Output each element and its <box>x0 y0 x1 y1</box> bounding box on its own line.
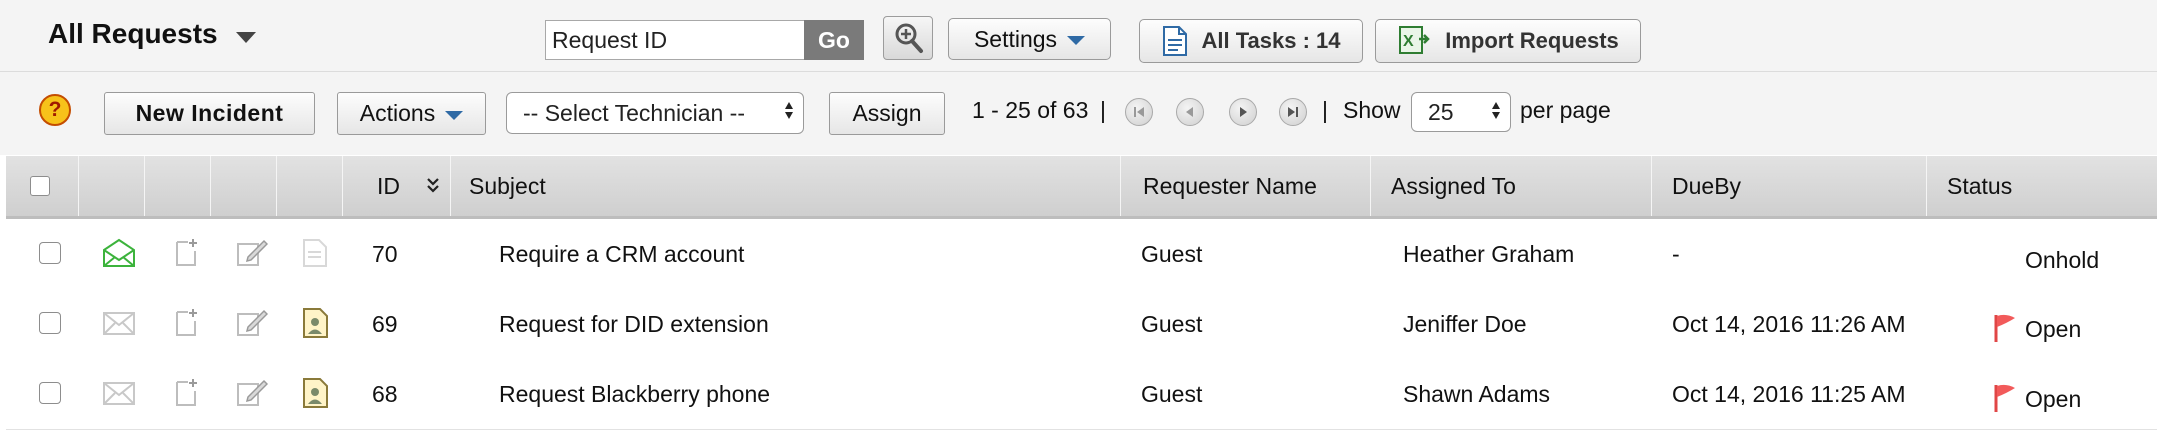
search-input[interactable] <box>545 20 805 60</box>
cell-id: 69 <box>372 310 398 337</box>
cell-id: 70 <box>372 240 398 267</box>
column-assigned[interactable]: Assigned To <box>1371 156 1652 216</box>
requester-note-icon[interactable] <box>302 377 330 409</box>
edit-icon[interactable] <box>236 238 268 268</box>
table-header: ID Subject Requester Name Assigned To Du… <box>6 156 2157 219</box>
svg-text:X: X <box>1403 33 1414 50</box>
notes-icon <box>303 239 327 267</box>
red-flag-icon <box>1994 314 2015 342</box>
edit-icon[interactable] <box>236 378 268 408</box>
cell-dueby: Oct 14, 2016 11:26 AM <box>1672 310 1906 337</box>
technician-select[interactable]: -- Select Technician -- <box>506 92 804 134</box>
first-page-icon[interactable] <box>1125 98 1153 126</box>
mail-icon[interactable] <box>101 379 137 407</box>
show-label: Show <box>1343 97 1401 123</box>
row-checkbox[interactable] <box>39 242 61 264</box>
requester-note-icon[interactable] <box>302 307 330 339</box>
column-subject-label: Subject <box>469 172 546 199</box>
header-icon-col-3 <box>211 156 277 216</box>
cell-subject[interactable]: Request Blackberry phone <box>499 359 770 429</box>
assign-button[interactable]: Assign <box>829 92 945 135</box>
edit-icon[interactable] <box>236 308 268 338</box>
sort-icon[interactable] <box>426 176 440 194</box>
table-row[interactable]: 70 Require a CRM account Guest Heather G… <box>6 219 2157 290</box>
column-status[interactable]: Status <box>1927 156 2157 216</box>
actions-label: Actions <box>359 100 436 126</box>
cell-status: Open <box>2025 315 2082 342</box>
cell-requester: Guest <box>1141 380 1203 407</box>
magnifier-plus-icon <box>895 23 923 53</box>
pagination-separator: | <box>1100 97 1106 123</box>
caret-down-icon <box>235 31 256 43</box>
mail-icon[interactable] <box>101 309 137 337</box>
next-page-icon[interactable] <box>1229 98 1257 126</box>
all-tasks-label: All Tasks : 14 <box>1201 28 1341 53</box>
table-row[interactable]: 68 Request Blackberry phone Guest Shawn … <box>6 359 2157 430</box>
column-assigned-label: Assigned To <box>1391 172 1516 199</box>
cell-subject[interactable]: Require a CRM account <box>499 219 744 289</box>
add-note-icon[interactable] <box>174 377 200 409</box>
add-note-icon[interactable] <box>174 237 200 269</box>
cell-assigned: Shawn Adams <box>1403 380 1551 407</box>
go-button[interactable]: Go <box>804 20 864 60</box>
column-dueby-label: DueBy <box>1672 172 1742 199</box>
cell-status: Onhold <box>2025 246 2100 273</box>
row-checkbox[interactable] <box>39 382 61 404</box>
cell-requester: Guest <box>1141 240 1203 267</box>
red-flag-icon <box>1994 384 2015 412</box>
import-requests-button[interactable]: X Import Requests <box>1375 19 1641 63</box>
help-icon[interactable]: ? <box>39 94 71 126</box>
all-tasks-button[interactable]: All Tasks : 14 <box>1139 19 1363 63</box>
settings-button[interactable]: Settings <box>948 18 1111 60</box>
view-selector[interactable]: All Requests <box>48 18 256 50</box>
advanced-search-button[interactable] <box>883 16 933 60</box>
pagination-range: 1 - 25 of 63 <box>972 97 1089 123</box>
previous-page-icon[interactable] <box>1176 98 1204 126</box>
open-mail-icon[interactable] <box>101 237 137 269</box>
cell-assigned: Heather Graham <box>1403 240 1575 267</box>
cell-dueby: - <box>1672 240 1680 267</box>
dropdown-arrow-icon <box>445 110 464 120</box>
per-page-select[interactable]: 25 <box>1411 92 1511 132</box>
column-status-label: Status <box>1947 172 2013 199</box>
column-id-label: ID <box>377 172 400 199</box>
dropdown-arrow-icon <box>1067 36 1086 45</box>
per-page-value: 25 <box>1428 98 1454 125</box>
select-arrows-icon <box>1492 102 1500 119</box>
excel-import-icon: X <box>1399 26 1430 54</box>
technician-select-value: -- Select Technician -- <box>523 99 745 126</box>
row-checkbox[interactable] <box>39 312 61 334</box>
per-page-label: per page <box>1520 97 1611 123</box>
new-incident-button[interactable]: New Incident <box>104 92 315 135</box>
settings-label: Settings <box>973 25 1058 52</box>
column-requester-label: Requester Name <box>1143 172 1317 199</box>
select-all-cell <box>6 156 79 216</box>
last-page-icon[interactable] <box>1279 98 1307 126</box>
cell-status: Open <box>2025 385 2082 412</box>
column-id[interactable]: ID <box>343 156 451 216</box>
actions-button[interactable]: Actions <box>337 92 486 135</box>
cell-assigned: Jeniffer Doe <box>1403 310 1527 337</box>
view-title: All Requests <box>48 18 218 49</box>
header-icon-col-2 <box>145 156 211 216</box>
cell-dueby: Oct 14, 2016 11:25 AM <box>1672 380 1906 407</box>
task-document-icon <box>1162 26 1187 56</box>
column-requester[interactable]: Requester Name <box>1121 156 1371 216</box>
select-arrows-icon <box>785 102 793 119</box>
header-icon-col-1 <box>79 156 145 216</box>
column-subject[interactable]: Subject <box>451 156 1121 216</box>
cell-subject[interactable]: Request for DID extension <box>499 289 769 359</box>
add-note-icon[interactable] <box>174 307 200 339</box>
pagination-separator-2: | <box>1322 97 1328 123</box>
column-dueby[interactable]: DueBy <box>1652 156 1927 216</box>
cell-requester: Guest <box>1141 310 1203 337</box>
cell-id: 68 <box>372 380 398 407</box>
table-row[interactable]: 69 Request for DID extension Guest Jenif… <box>6 289 2157 360</box>
select-all-checkbox[interactable] <box>30 176 50 196</box>
import-requests-label: Import Requests <box>1445 28 1619 53</box>
header-icon-col-4 <box>277 156 343 216</box>
